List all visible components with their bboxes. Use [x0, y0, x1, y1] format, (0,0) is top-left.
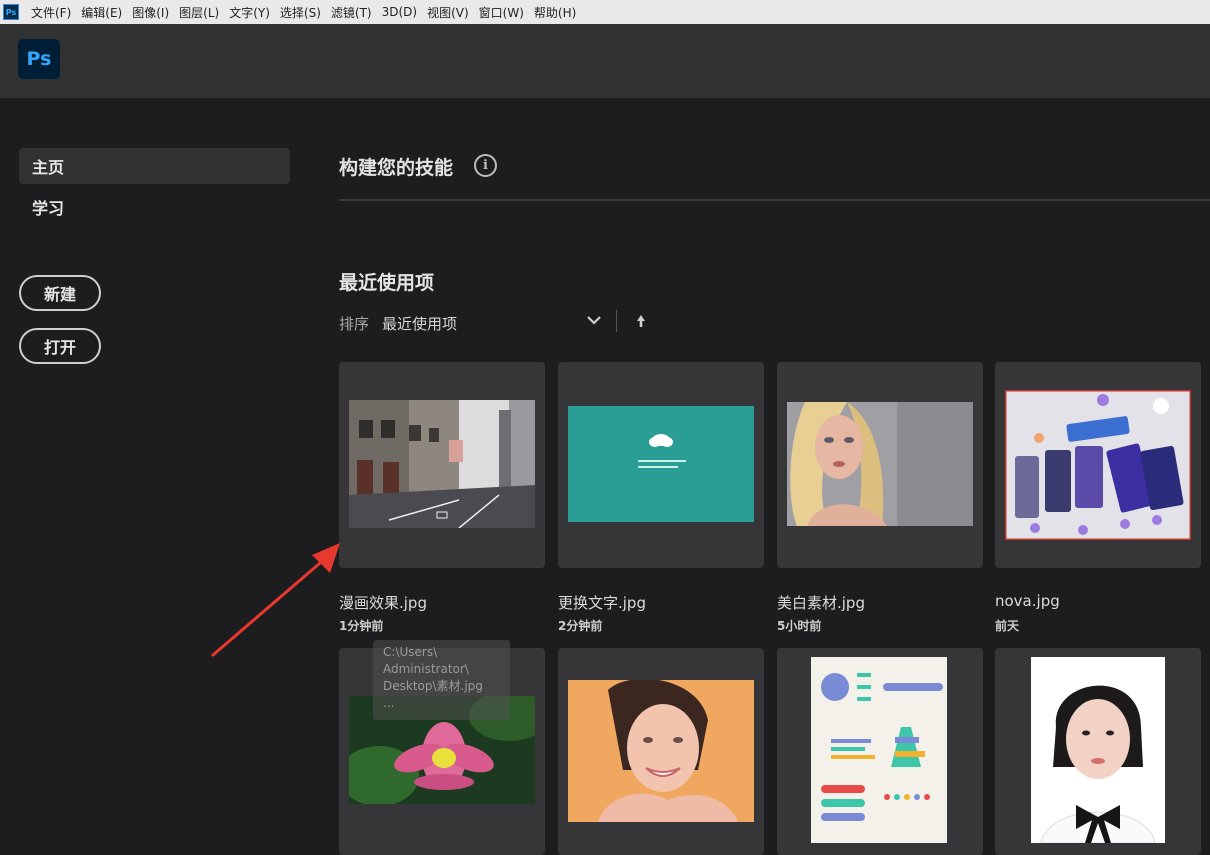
- info-icon[interactable]: i: [474, 154, 497, 177]
- sidebar-item-home[interactable]: 主页: [19, 148, 290, 184]
- divider: [339, 199, 1210, 201]
- menu-bar: Ps 文件(F) 编辑(E) 图像(I) 图层(L) 文字(Y) 选择(S) 滤…: [0, 0, 1210, 24]
- file-name[interactable]: nova.jpg: [995, 592, 1060, 610]
- annotation-arrow-icon: [211, 543, 340, 657]
- sidebar-item-label: 主页: [32, 158, 65, 177]
- file-thumbnail: [568, 680, 754, 822]
- menu-help[interactable]: 帮助(H): [534, 4, 576, 21]
- menu-file[interactable]: 文件(F): [31, 4, 71, 21]
- file-thumbnail: [568, 406, 754, 522]
- skills-title: 构建您的技能: [339, 157, 454, 179]
- recent-file-card[interactable]: [995, 362, 1201, 568]
- chevron-down-icon[interactable]: [585, 311, 603, 329]
- tooltip-line: Administrator\: [383, 662, 469, 676]
- photoshop-logo: Ps: [18, 39, 60, 79]
- recent-file-card[interactable]: [777, 362, 983, 568]
- new-button[interactable]: 新建: [19, 275, 101, 311]
- menu-image[interactable]: 图像(I): [132, 4, 169, 21]
- menu-layer[interactable]: 图层(L): [179, 4, 219, 21]
- sort-label: 排序: [339, 315, 370, 333]
- sidebar-item-learn[interactable]: 学习: [19, 189, 290, 225]
- app-menu-logo[interactable]: Ps: [3, 4, 19, 20]
- menu-type[interactable]: 文字(Y): [229, 4, 270, 21]
- menu-view[interactable]: 视图(V): [427, 4, 469, 21]
- sort-divider: [616, 310, 617, 332]
- menu-edit[interactable]: 编辑(E): [81, 4, 122, 21]
- menu-window[interactable]: 窗口(W): [479, 4, 524, 21]
- file-modified-time: 前天: [995, 619, 1020, 633]
- tooltip-line: ...: [383, 696, 395, 710]
- arrow-up-icon[interactable]: [634, 312, 648, 330]
- file-name[interactable]: 更换文字.jpg: [558, 592, 646, 613]
- file-modified-time: 5小时前: [777, 619, 822, 633]
- file-path-tooltip: C:\Users\ Administrator\ Desktop\素材.jpg …: [373, 640, 510, 720]
- recent-file-card[interactable]: [558, 362, 764, 568]
- file-thumbnail: [787, 402, 973, 526]
- sidebar-item-label: 学习: [32, 199, 65, 218]
- sort-select[interactable]: 最近使用项: [382, 313, 457, 334]
- recent-file-card[interactable]: [777, 648, 983, 855]
- file-name[interactable]: 美白素材.jpg: [777, 592, 865, 613]
- app-header: Ps: [0, 24, 1210, 98]
- open-button[interactable]: 打开: [19, 328, 101, 364]
- recent-file-card[interactable]: [339, 362, 545, 568]
- recent-title: 最近使用项: [339, 272, 435, 294]
- file-thumbnail: [349, 400, 535, 528]
- menu-filter[interactable]: 滤镜(T): [331, 4, 372, 21]
- file-thumbnail: [811, 657, 947, 843]
- file-thumbnail: [1005, 390, 1191, 540]
- file-modified-time: 2分钟前: [558, 619, 603, 633]
- tooltip-line: C:\Users\: [383, 645, 438, 659]
- menu-select[interactable]: 选择(S): [280, 4, 321, 21]
- tooltip-line: Desktop\素材.jpg: [383, 679, 483, 693]
- recent-file-card[interactable]: [558, 648, 764, 855]
- file-thumbnail: [1031, 657, 1165, 843]
- menu-3d[interactable]: 3D(D): [382, 5, 417, 19]
- recent-file-card[interactable]: [995, 648, 1201, 855]
